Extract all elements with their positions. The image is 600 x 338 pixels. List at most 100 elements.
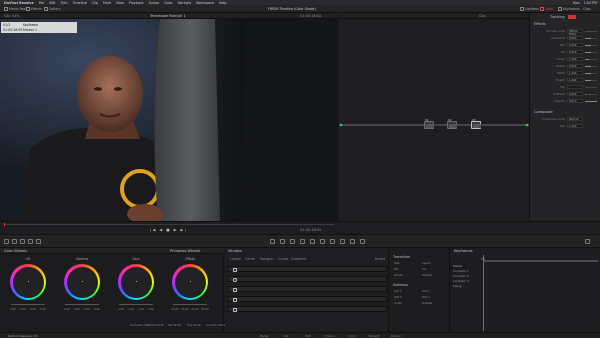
clips-button[interactable]: Clips [583, 7, 591, 12]
inspector-row[interactable]: Width 1.000 [532, 71, 599, 76]
lightbox-button[interactable]: Lightbox [520, 7, 539, 12]
transform-field[interactable]: Size [394, 262, 399, 266]
wheel-master-slider[interactable] [11, 304, 45, 305]
inspector-row[interactable]: Overshoot 0.000 [532, 36, 599, 41]
page-tab-fairlight[interactable]: Fairlight [365, 334, 383, 338]
inspector-slider[interactable] [585, 30, 597, 32]
motion-effects-icon[interactable] [36, 239, 41, 244]
inspector-slider[interactable] [585, 58, 597, 60]
wheels-mode-dropdown[interactable]: Primaries Wheels [170, 249, 200, 253]
adjustment-value[interactable]: Pivot 0.435 [149, 324, 164, 328]
wheel-value[interactable]: 1.00 [138, 308, 144, 311]
3d-icon[interactable] [360, 239, 365, 244]
wheel-value[interactable]: 0.00 [40, 308, 46, 311]
node-02[interactable]: 02 [447, 118, 457, 129]
wheel-master-slider[interactable] [65, 304, 99, 305]
menu-item-0[interactable]: DaVinci Resolve [4, 1, 34, 5]
inspector-slider[interactable] [585, 51, 597, 53]
inspector-value[interactable]: 1.000 [567, 57, 583, 61]
menu-item-5[interactable]: Clip [92, 1, 98, 5]
media-pool-button[interactable]: Media Pool [4, 7, 26, 12]
color-wheel[interactable] [118, 264, 154, 300]
keyframe-playhead[interactable] [483, 255, 484, 331]
page-tab-fusion[interactable]: Fusion [321, 334, 339, 338]
inspector-row[interactable]: Height 1.000 [532, 78, 599, 83]
inspector-row[interactable]: Pan 0.000 [532, 43, 599, 48]
keyframe-track[interactable] [483, 260, 598, 262]
menu-item-1[interactable]: File [39, 1, 45, 5]
inspector-value[interactable]: 1.000 [567, 71, 583, 75]
page-tab-cut[interactable]: Cut [277, 334, 295, 338]
menu-item-12[interactable]: Workspace [196, 1, 214, 5]
color-wheel[interactable] [10, 264, 46, 300]
window-row-polygon[interactable] [227, 286, 387, 292]
blur-icon[interactable] [330, 239, 335, 244]
playback-controls[interactable]: |◀ ◀ ■ ▶ ▶| [150, 228, 187, 232]
menu-item-2[interactable]: Edit [49, 1, 55, 5]
softness-field[interactable]: Soft 2 [422, 290, 430, 294]
inspector-slider[interactable] [585, 79, 597, 81]
menu-item-13[interactable]: Help [219, 1, 227, 5]
softness-field[interactable]: Soft 1 [394, 290, 402, 294]
menu-item-7[interactable]: View [116, 1, 124, 5]
inspector-slider[interactable] [585, 65, 597, 67]
wheel-value[interactable]: 25.00 [181, 308, 188, 311]
wheel-value[interactable]: 0.00 [64, 308, 70, 311]
wheel-master-slider[interactable] [173, 304, 207, 305]
qualifier-icon[interactable] [290, 239, 295, 244]
inspector-value[interactable]: 0.000 [567, 43, 583, 47]
scrub-timeline[interactable] [4, 224, 334, 225]
node-editor[interactable]: 01 02 03 [339, 19, 529, 221]
composite-mode-row[interactable]: Composite mode Normal [532, 117, 599, 122]
wheel-value[interactable]: 0.00 [20, 308, 26, 311]
menu-item-9[interactable]: Fusion [149, 1, 160, 5]
page-tab-deliver[interactable]: Deliver [387, 334, 405, 338]
inspector-row[interactable]: Softness 0.000 [532, 92, 599, 97]
inspector-value[interactable]: 0.000 [567, 92, 583, 96]
keyframe-row[interactable]: Corrector 3 [453, 279, 598, 283]
menu-item-3[interactable]: Trim [61, 1, 68, 5]
adjustment-value[interactable]: Lum Mix 100.00 [206, 324, 227, 328]
playhead[interactable] [4, 223, 5, 226]
wheel-value[interactable]: 0.00 [84, 308, 90, 311]
wheel-value[interactable]: 0.00 [10, 308, 16, 311]
node-mode-dropdown[interactable]: Clip [479, 14, 486, 18]
page-tab-edit[interactable]: Edit [299, 334, 317, 338]
adjustment-value[interactable]: Sat 50.00 [168, 324, 181, 328]
wheel-value[interactable]: 25.00 [191, 308, 198, 311]
camera-raw-icon[interactable] [4, 239, 9, 244]
wheel-value[interactable]: 1.00 [148, 308, 154, 311]
color-wheels-icon[interactable] [20, 239, 25, 244]
key-icon[interactable] [340, 239, 345, 244]
wheel-value[interactable]: 1.00 [128, 308, 134, 311]
adjustment-value[interactable]: Hue 50.00 [187, 324, 200, 328]
scopes-icon[interactable] [585, 239, 590, 244]
inspector-slider[interactable] [585, 72, 597, 74]
effects-button[interactable]: Effects [26, 7, 42, 12]
curves-icon[interactable] [270, 239, 275, 244]
tracker-icon[interactable] [310, 239, 315, 244]
node-01[interactable]: 01 [424, 118, 434, 129]
wheel-master-slider[interactable] [119, 304, 153, 305]
wheel-value[interactable]: 25.00 [171, 308, 178, 311]
sizing-icon[interactable] [350, 239, 355, 244]
window-row-gradient[interactable] [227, 306, 387, 312]
softness-field[interactable]: Outside [422, 302, 432, 306]
softness-field[interactable]: Inside [394, 302, 402, 306]
linear-tool-label[interactable]: Linear [230, 257, 241, 261]
transform-field[interactable]: Aspect [422, 262, 431, 266]
inspector-slider[interactable] [585, 100, 597, 102]
warper-icon[interactable] [280, 239, 285, 244]
inspector-row[interactable]: Flip [532, 85, 599, 90]
transform-field[interactable]: Opacity [422, 274, 432, 278]
inspector-value[interactable]: 1.000 [567, 78, 583, 82]
node-03[interactable]: 03 [471, 118, 481, 129]
inspector-row[interactable]: Zoom 1.000 [532, 57, 599, 62]
keyframe-row[interactable]: Sizing [453, 284, 598, 288]
inspector-slider[interactable] [585, 86, 597, 88]
inspector-slider[interactable] [585, 44, 597, 46]
transform-field[interactable]: Pan [394, 268, 399, 272]
menu-item-11[interactable]: Fairlight [178, 1, 191, 5]
zoom-dropdown[interactable]: Clip 54% [4, 14, 20, 18]
inspector-value[interactable]: 0.000 [567, 64, 583, 68]
